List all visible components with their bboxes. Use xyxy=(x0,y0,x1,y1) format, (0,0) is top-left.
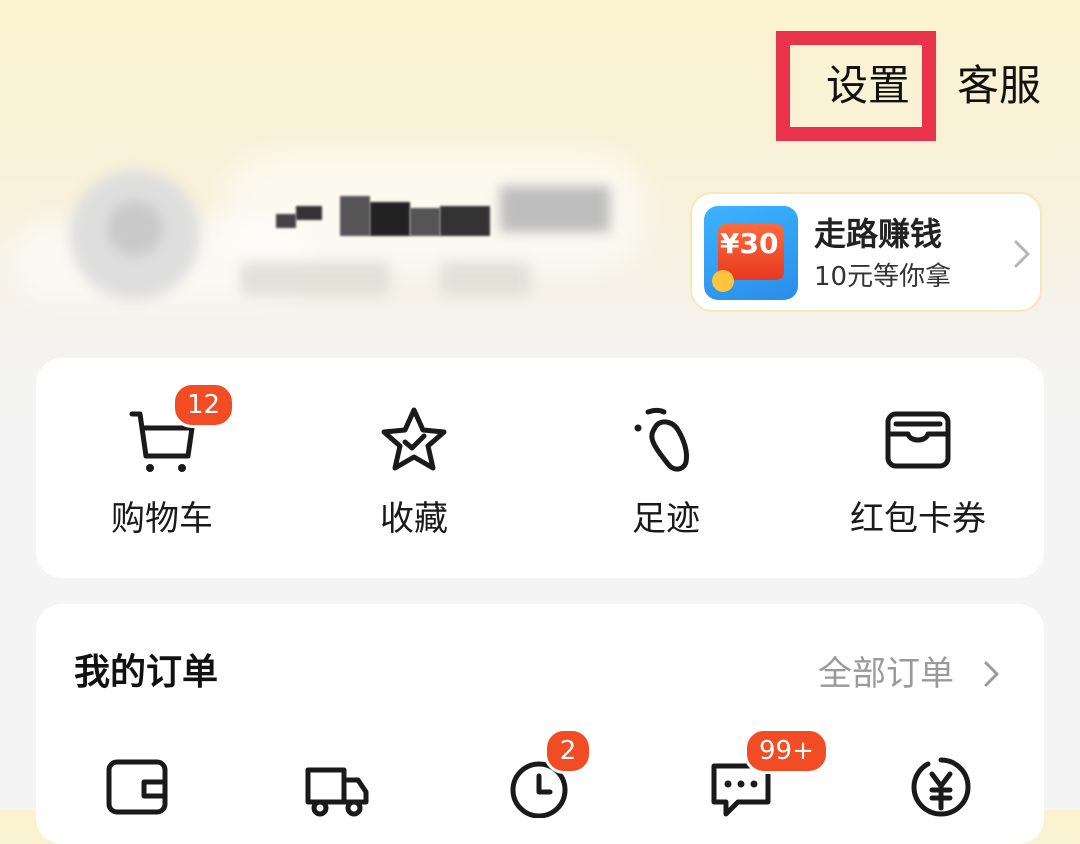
shortcut-label: 购物车 xyxy=(111,499,213,539)
red-packet-amount: ¥30 xyxy=(720,227,779,260)
chevron-right-icon[interactable] xyxy=(982,660,1002,688)
star-icon xyxy=(381,407,447,471)
orders-title: 我的订单 xyxy=(74,652,219,693)
settings-highlight-box xyxy=(776,31,936,141)
pending-count-badge: 2 xyxy=(544,728,592,774)
red-packet-thumbnail: ¥30 xyxy=(704,206,798,300)
walk-earn-subtitle: 10元等你拿 xyxy=(814,262,952,292)
all-orders-link[interactable]: 全部订单 xyxy=(818,652,954,696)
account-info-redacted xyxy=(240,262,390,296)
truck-icon[interactable] xyxy=(304,752,370,818)
customer-service-link[interactable]: 客服 xyxy=(957,60,1041,112)
shortcut-favorites[interactable]: 收藏 xyxy=(288,398,540,548)
account-info-redacted xyxy=(440,262,530,296)
avatar[interactable] xyxy=(70,170,200,300)
footprint-icon xyxy=(634,408,689,472)
shortcut-footprints[interactable]: 足迹 xyxy=(540,398,792,548)
walk-earn-card[interactable]: ¥30 走路赚钱 10元等你拿 xyxy=(690,192,1042,312)
refund-icon[interactable] xyxy=(908,752,974,818)
shortcuts-card: 12 购物车 收藏 足迹 红包卡券 xyxy=(36,358,1044,578)
shortcut-cart[interactable]: 12 购物车 xyxy=(36,382,288,548)
chevron-right-icon xyxy=(1014,240,1030,268)
wallet-card-icon xyxy=(885,411,951,469)
my-orders-card: 我的订单 全部订单 2 99+ xyxy=(36,604,1044,844)
walk-earn-title: 走路赚钱 xyxy=(814,215,943,253)
wallet-icon[interactable] xyxy=(104,752,170,818)
review-count-badge: 99+ xyxy=(744,728,829,774)
shortcut-label: 足迹 xyxy=(632,499,700,539)
shortcut-label: 红包卡券 xyxy=(850,499,986,539)
cart-count-badge: 12 xyxy=(172,382,236,428)
shortcut-coupons[interactable]: 红包卡券 xyxy=(792,398,1044,548)
shortcut-label: 收藏 xyxy=(380,499,448,539)
